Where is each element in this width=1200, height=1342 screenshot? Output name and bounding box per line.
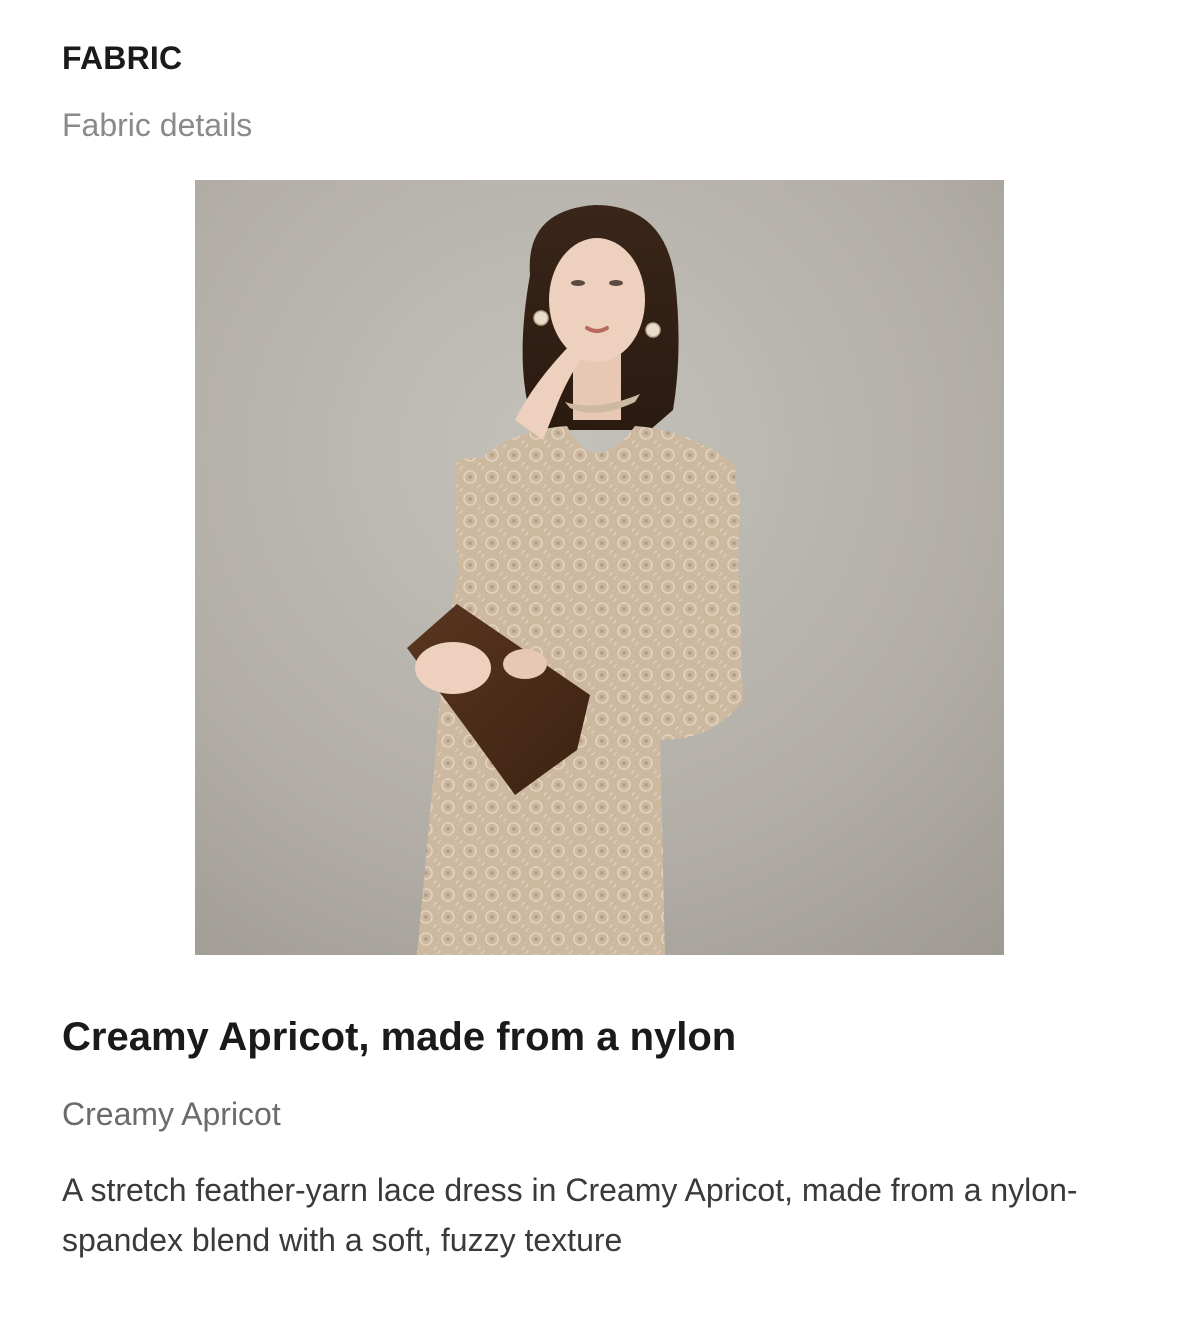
product-description: A stretch feather-yarn lace dress in Cre… bbox=[62, 1172, 1078, 1258]
product-photo bbox=[195, 180, 1004, 955]
section-subtitle: Fabric details bbox=[62, 107, 253, 143]
section-label: FABRIC bbox=[62, 40, 183, 76]
color-name: Creamy Apricot bbox=[62, 1096, 281, 1132]
face bbox=[549, 238, 645, 362]
product-title: Creamy Apricot, made from a nylon bbox=[62, 1015, 737, 1059]
